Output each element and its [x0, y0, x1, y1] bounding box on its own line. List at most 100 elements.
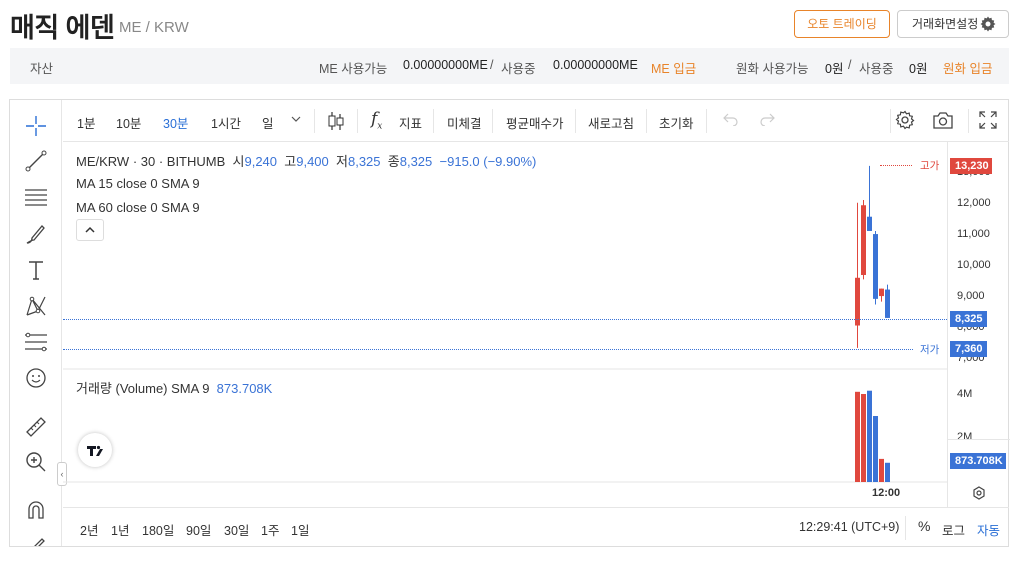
range-180d[interactable]: 180일 — [142, 520, 174, 539]
unfilled-orders-button[interactable]: 미체결 — [447, 113, 482, 132]
chevron-down-icon[interactable] — [291, 113, 301, 127]
tradingview-icon — [87, 445, 103, 456]
chart-settings-icon[interactable] — [895, 110, 915, 133]
interval-10m[interactable]: 10분 — [116, 113, 141, 132]
candle-body — [867, 216, 872, 231]
text-tool-icon[interactable] — [23, 257, 49, 283]
me-available-label: ME 사용가능 — [319, 62, 388, 76]
asset-label: 자산 — [30, 62, 54, 76]
krw-deposit-link[interactable]: 원화 입금 — [943, 58, 992, 77]
volume-tag: 873.708K — [950, 453, 1006, 469]
low-price-line — [63, 349, 913, 350]
low-price-label: 저가 — [920, 344, 940, 356]
me-in-use-label: 사용중 — [501, 62, 536, 76]
volume-tick: 2M — [957, 431, 973, 443]
toolbar-divider — [890, 109, 891, 133]
legend-symbol: ME/KRW · 30 · BITHUMB — [76, 154, 226, 169]
krw-available-value: 0원 — [825, 62, 844, 76]
me-available-value: 0.00000000ME — [403, 58, 488, 72]
high-price-label: 고가 — [920, 160, 940, 172]
fib-retracement-icon[interactable] — [23, 329, 49, 355]
header: 매직 에덴 ME / KRW 오토 트레이딩 거래화면설정 — [0, 0, 1019, 44]
interval-30m[interactable]: 30분 — [163, 113, 188, 132]
volume-legend-value: 873.708K — [216, 381, 273, 396]
volume-legend-label: 거래량 (Volume) SMA 9 — [76, 381, 210, 396]
ma60-legend[interactable]: MA 60 close 0 SMA 9 — [76, 200, 200, 215]
volume-legend: 거래량 (Volume) SMA 9 873.708K — [76, 378, 272, 397]
slash-1: / — [490, 58, 494, 72]
emoji-icon[interactable] — [23, 365, 49, 391]
me-deposit-link[interactable]: ME 입금 — [651, 58, 696, 77]
chart-toolbar: 1분 10분 30분 1시간 일 fx 지표 미체결 평균매수가 새로고침 초기… — [63, 100, 1009, 142]
volume-bar — [855, 391, 860, 482]
redo-icon[interactable] — [759, 112, 775, 129]
horizontal-lines-icon[interactable] — [23, 184, 49, 210]
crosshair-icon[interactable] — [23, 113, 49, 139]
axis-divider — [948, 439, 1010, 440]
refresh-button[interactable]: 새로고침 — [588, 113, 634, 132]
candle-body — [879, 288, 884, 297]
low-price-tag: 7,360 — [950, 341, 987, 357]
krw-available-label: 원화 사용가능 — [736, 62, 809, 76]
drawing-toolbar — [10, 100, 62, 546]
candles-layer — [855, 165, 890, 348]
range-90d[interactable]: 90일 — [186, 520, 211, 539]
indicator-button[interactable]: 지표 — [399, 113, 422, 132]
clock[interactable]: 12:29:41 (UTC+9) — [799, 520, 899, 534]
volume-bar — [879, 458, 884, 482]
avg-price-button[interactable]: 평균매수가 — [506, 113, 564, 132]
reset-button[interactable]: 초기화 — [659, 113, 694, 132]
toolbar-divider — [575, 109, 576, 133]
price-axis[interactable]: 13,000 12,000 11,000 10,000 9,000 8,000 … — [947, 142, 1010, 507]
percent-toggle[interactable]: % — [918, 518, 930, 534]
axis-settings-icon[interactable] — [972, 486, 986, 503]
trendline-icon[interactable] — [23, 148, 49, 174]
volume-tick: 4M — [957, 388, 973, 400]
slash-2: / — [848, 58, 852, 72]
fullscreen-icon[interactable] — [979, 111, 997, 132]
volume-layer — [855, 390, 890, 482]
legend-close: 8,325 — [399, 154, 433, 169]
price-chart[interactable] — [63, 143, 947, 507]
last-price-line — [63, 319, 947, 320]
price-tick: 9,000 — [957, 290, 985, 302]
camera-icon[interactable] — [932, 110, 954, 133]
pencil-lock-icon[interactable] — [23, 532, 49, 546]
toolbar-divider — [357, 109, 358, 133]
range-1y[interactable]: 1년 — [111, 520, 129, 539]
magnet-icon[interactable] — [23, 498, 49, 524]
range-1w[interactable]: 1주 — [261, 520, 279, 539]
range-2y[interactable]: 2년 — [80, 520, 98, 539]
asset-bar: 자산 ME 사용가능 0.00000000ME / 사용중 0.00000000… — [10, 48, 1009, 84]
indicator-fx-icon[interactable]: fx — [371, 109, 382, 131]
candle-type-icon[interactable] — [326, 110, 346, 135]
toolbar-divider — [314, 109, 315, 133]
ruler-icon[interactable] — [23, 414, 49, 440]
toolbar-divider — [492, 109, 493, 133]
interval-day[interactable]: 일 — [262, 113, 274, 132]
pattern-icon[interactable] — [23, 293, 49, 319]
range-30d[interactable]: 30일 — [224, 520, 249, 539]
tradingview-logo[interactable] — [78, 433, 112, 467]
undo-icon[interactable] — [723, 112, 739, 129]
auto-toggle[interactable]: 자동 — [977, 520, 1000, 539]
interval-1h[interactable]: 1시간 — [211, 113, 241, 132]
log-toggle[interactable]: 로그 — [942, 520, 965, 539]
price-tick: 11,000 — [957, 228, 990, 240]
volume-bar — [885, 462, 890, 482]
ma15-legend[interactable]: MA 15 close 0 SMA 9 — [76, 176, 200, 191]
legend-close-label: 종 — [387, 154, 400, 169]
range-1d[interactable]: 1일 — [291, 520, 309, 539]
collapse-legend-button[interactable] — [76, 219, 104, 241]
zoom-in-icon[interactable] — [23, 449, 49, 475]
legend-high-label: 고 — [284, 154, 297, 169]
chevron-up-icon — [85, 226, 95, 233]
me-in-use-value: 0.00000000ME — [553, 58, 638, 72]
screen-settings-button[interactable]: 거래화면설정 — [897, 10, 1009, 38]
chart-container: ‹ 1분 10분 30분 1시간 일 fx 지표 미체결 평균매수가 새로고침 … — [9, 99, 1010, 547]
auto-trading-button[interactable]: 오토 트레이딩 — [794, 10, 890, 38]
toolbar-divider — [968, 109, 969, 133]
screen-settings-label: 거래화면설정 — [912, 17, 979, 31]
interval-1m[interactable]: 1분 — [77, 113, 95, 132]
brush-icon[interactable] — [23, 221, 49, 247]
